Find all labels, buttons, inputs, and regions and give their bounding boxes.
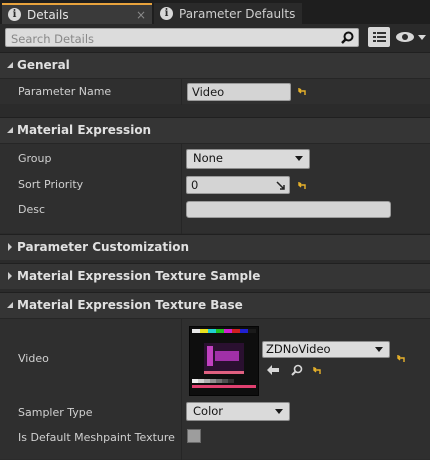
search-row: Search Details xyxy=(0,24,430,52)
desc-label: Desc xyxy=(18,203,46,216)
tab-parameter-defaults-label: Parameter Defaults xyxy=(179,6,296,21)
sort-priority-field[interactable]: 0 xyxy=(186,176,290,194)
video-asset-dropdown[interactable]: ZDNoVideo xyxy=(262,341,390,358)
column-divider xyxy=(181,144,182,234)
section-general[interactable]: General xyxy=(0,52,430,78)
sort-priority-label: Sort Priority xyxy=(18,178,84,191)
search-input[interactable]: Search Details xyxy=(5,28,359,47)
reset-to-default-icon[interactable] xyxy=(298,181,307,190)
collapsed-arrow-icon xyxy=(8,272,12,280)
expanded-arrow-icon xyxy=(7,127,13,133)
collapsed-arrow-icon xyxy=(8,243,12,251)
section-texture-sample[interactable]: Material Expression Texture Sample xyxy=(0,263,430,289)
chevron-down-icon xyxy=(275,409,283,414)
sampler-type-dropdown[interactable]: Color xyxy=(186,402,290,421)
texture-preview-image xyxy=(190,327,258,395)
tab-details-label: Details xyxy=(27,7,69,22)
view-options-button[interactable] xyxy=(368,27,390,47)
video-asset-value: ZDNoVideo xyxy=(266,342,331,356)
browse-search-icon[interactable] xyxy=(291,364,303,376)
video-thumbnail[interactable] xyxy=(189,326,259,396)
close-icon[interactable]: × xyxy=(136,8,146,22)
section-general-title: General xyxy=(17,58,70,72)
group-label: Group xyxy=(18,152,52,165)
desc-field[interactable] xyxy=(186,201,391,218)
drag-handle-icon[interactable] xyxy=(276,181,285,190)
reset-to-default-icon[interactable] xyxy=(397,354,406,363)
tab-parameter-defaults[interactable]: i Parameter Defaults xyxy=(154,3,302,24)
section-material-expression-title: Material Expression xyxy=(17,123,152,137)
meshpaint-checkbox[interactable] xyxy=(187,429,201,443)
sort-priority-value: 0 xyxy=(191,178,199,192)
parameter-name-value: Video xyxy=(192,85,225,99)
parameter-name-field[interactable]: Video xyxy=(187,83,291,101)
meshpaint-label: Is Default Meshpaint Texture xyxy=(18,431,175,444)
grid-icon xyxy=(373,32,386,42)
chevron-down-icon xyxy=(295,156,303,161)
use-selected-arrow-icon[interactable] xyxy=(266,364,280,376)
video-label: Video xyxy=(18,352,49,365)
search-placeholder: Search Details xyxy=(11,32,95,46)
section-texture-base-title: Material Expression Texture Base xyxy=(17,298,243,312)
property-row-parameter-name: Parameter Name Video xyxy=(0,78,430,105)
section-parameter-customization[interactable]: Parameter Customization xyxy=(0,234,430,260)
group-dropdown[interactable]: None xyxy=(186,149,310,169)
info-icon: i xyxy=(8,8,21,21)
search-icon[interactable] xyxy=(341,31,354,44)
section-material-expression[interactable]: Material Expression xyxy=(0,117,430,143)
sampler-type-value: Color xyxy=(193,404,224,418)
section-parameter-customization-title: Parameter Customization xyxy=(17,240,190,254)
chevron-down-icon xyxy=(375,347,383,352)
expanded-arrow-icon xyxy=(7,62,13,68)
tab-details[interactable]: i Details × xyxy=(2,3,152,24)
reset-to-default-icon[interactable] xyxy=(298,87,307,96)
section-texture-base[interactable]: Material Expression Texture Base xyxy=(0,292,430,318)
section-texture-sample-title: Material Expression Texture Sample xyxy=(17,269,261,283)
group-value: None xyxy=(193,151,224,165)
column-divider xyxy=(181,319,182,460)
tab-bar: i Details × i Parameter Defaults xyxy=(0,0,430,24)
expanded-arrow-icon xyxy=(7,302,13,308)
eye-icon[interactable] xyxy=(395,31,427,43)
column-divider xyxy=(181,79,182,105)
sampler-type-label: Sampler Type xyxy=(18,406,93,419)
info-icon: i xyxy=(160,7,173,20)
reset-to-default-icon[interactable] xyxy=(313,366,322,375)
material-expression-body: Group None Sort Priority 0 Desc xyxy=(0,143,430,234)
parameter-name-label: Parameter Name xyxy=(18,85,112,98)
